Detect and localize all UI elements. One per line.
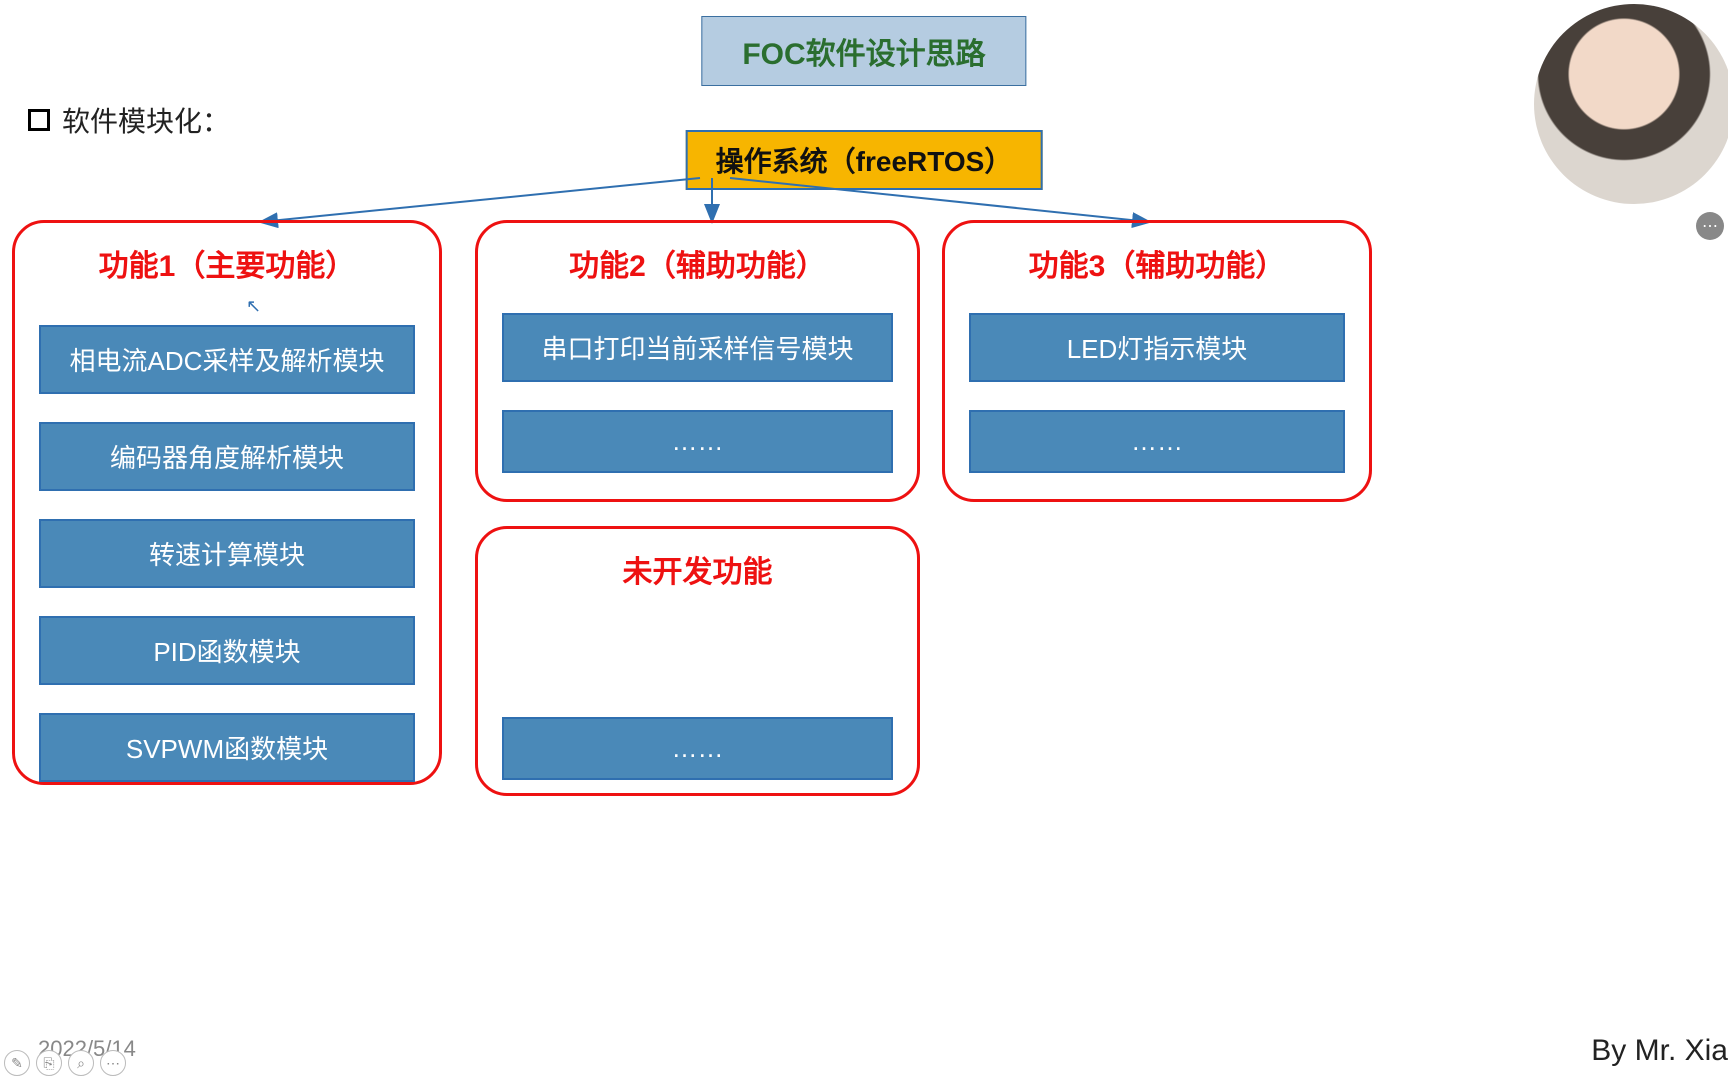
module-box: 串口打印当前采样信号模块 [502, 313, 893, 382]
group-function-2: 功能2（辅助功能） 串口打印当前采样信号模块 …… [475, 220, 920, 502]
presentation-toolbar: ✎ ⎘ ⌕ ⋯ [4, 1050, 126, 1076]
group-title: 功能1（主要功能） [39, 241, 415, 285]
module-box: 转速计算模块 [39, 519, 415, 588]
more-icon[interactable]: ⋯ [1696, 212, 1724, 240]
os-box: 操作系统（freeRTOS） [686, 130, 1043, 190]
module-box: …… [502, 410, 893, 473]
module-box: …… [502, 717, 893, 780]
module-box: …… [969, 410, 1345, 473]
group-title: 功能2（辅助功能） [502, 241, 893, 285]
group-undeveloped: 未开发功能 …… [475, 526, 920, 796]
zoom-tool-button[interactable]: ⌕ [68, 1050, 94, 1076]
group-title: 功能3（辅助功能） [969, 241, 1345, 285]
group-title: 未开发功能 [502, 547, 893, 591]
module-box: SVPWM函数模块 [39, 713, 415, 782]
module-box: LED灯指示模块 [969, 313, 1345, 382]
section-header: 软件模块化： [28, 100, 230, 140]
pen-tool-button[interactable]: ✎ [4, 1050, 30, 1076]
module-box: 相电流ADC采样及解析模块 [39, 325, 415, 394]
group-function-3: 功能3（辅助功能） LED灯指示模块 …… [942, 220, 1372, 502]
module-box: 编码器角度解析模块 [39, 422, 415, 491]
module-box: PID函数模块 [39, 616, 415, 685]
menu-tool-button[interactable]: ⋯ [100, 1050, 126, 1076]
webcam-overlay [1534, 4, 1728, 204]
page-title: FOC软件设计思路 [701, 16, 1026, 86]
bullet-icon [28, 109, 50, 131]
footer-author: By Mr. Xia [1591, 1034, 1728, 1068]
group-function-1: 功能1（主要功能） 相电流ADC采样及解析模块 编码器角度解析模块 转速计算模块… [12, 220, 442, 785]
copy-tool-button[interactable]: ⎘ [36, 1050, 62, 1076]
section-label: 软件模块化： [62, 100, 230, 140]
